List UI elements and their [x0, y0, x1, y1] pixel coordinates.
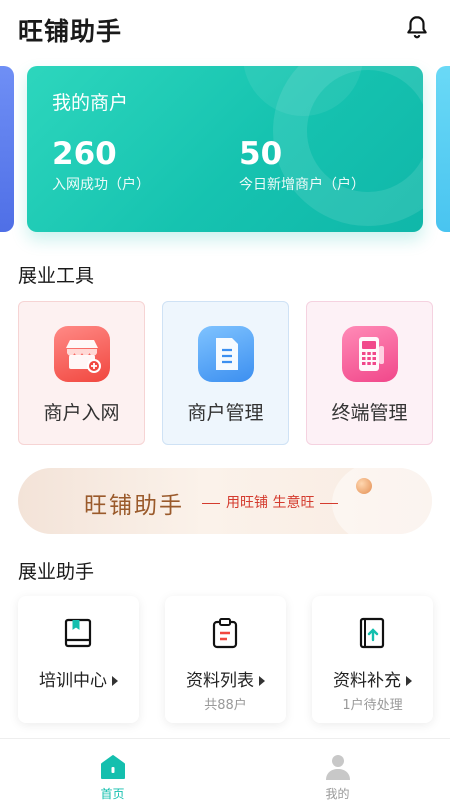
stat-new-today: 50 今日新增商户（户）	[239, 136, 365, 194]
my-merchants-card[interactable]: 我的商户 260 入网成功（户） 50 今日新增商户（户）	[27, 66, 423, 232]
stat-value: 50	[239, 136, 283, 172]
bottom-tab-bar: 首页 我的	[0, 738, 450, 801]
banner-title: 旺铺助手	[84, 493, 184, 519]
stat-label: 入网成功（户）	[52, 177, 150, 193]
banner-ball-decoration	[356, 478, 372, 494]
helper-document-supplement[interactable]: 资料补充 1户待处理	[312, 596, 433, 723]
section-title-helper: 展业助手	[18, 561, 95, 583]
helper-label-wrap: 培训中心	[18, 666, 139, 691]
helper-training-center[interactable]: 培训中心	[18, 596, 139, 723]
banner-subtitle: 用旺铺 生意旺	[226, 495, 315, 511]
app-header: 旺铺助手	[0, 0, 450, 58]
promo-banner[interactable]: 旺铺助手 用旺铺 生意旺	[18, 468, 432, 534]
stat-onboarded: 260 入网成功（户）	[52, 136, 150, 194]
banner-decoration	[332, 468, 432, 534]
carousel-prev-card[interactable]	[0, 66, 14, 232]
banner-subtitle-wrap: 用旺铺 生意旺	[196, 492, 344, 512]
section-title-tools: 展业工具	[18, 265, 95, 287]
arrow-right-icon	[259, 676, 265, 686]
bell-icon[interactable]	[404, 14, 430, 40]
arrow-right-icon	[112, 676, 118, 686]
tab-label: 我的	[325, 787, 350, 801]
document-icon	[198, 326, 254, 382]
helper-sub: 1户待处理	[342, 698, 403, 713]
tool-label: 终端管理	[331, 402, 408, 424]
tool-label: 商户管理	[187, 402, 264, 424]
tab-mine[interactable]: 我的	[225, 739, 450, 801]
helper-label: 培训中心	[39, 671, 107, 691]
upload-doc-icon	[359, 617, 385, 649]
home-icon	[101, 755, 125, 779]
card-title: 我的商户	[52, 92, 129, 114]
helper-label-wrap: 资料列表	[165, 666, 286, 691]
carousel-next-card[interactable]	[436, 66, 450, 232]
stat-value: 260	[52, 136, 117, 172]
tool-terminal-management[interactable]: 终端管理	[306, 301, 433, 445]
app-title: 旺铺助手	[18, 17, 123, 46]
book-icon	[64, 618, 92, 648]
tab-home[interactable]: 首页	[0, 739, 225, 801]
user-icon	[326, 755, 350, 780]
tool-label: 商户入网	[43, 402, 120, 424]
pos-terminal-icon	[342, 326, 398, 382]
stat-label: 今日新增商户（户）	[239, 177, 365, 193]
helper-sub: 共88户	[204, 698, 247, 713]
helper-document-list[interactable]: 资料列表 共88户	[165, 596, 286, 723]
tool-merchant-management[interactable]: 商户管理	[162, 301, 289, 445]
clipboard-icon	[212, 618, 238, 649]
helper-label-wrap: 资料补充	[312, 666, 433, 691]
tab-label: 首页	[100, 787, 125, 801]
tool-merchant-onboarding[interactable]: 商户入网	[18, 301, 145, 445]
store-icon	[54, 326, 110, 382]
helper-label: 资料补充	[333, 671, 401, 691]
arrow-right-icon	[406, 676, 412, 686]
helper-label: 资料列表	[186, 671, 254, 691]
